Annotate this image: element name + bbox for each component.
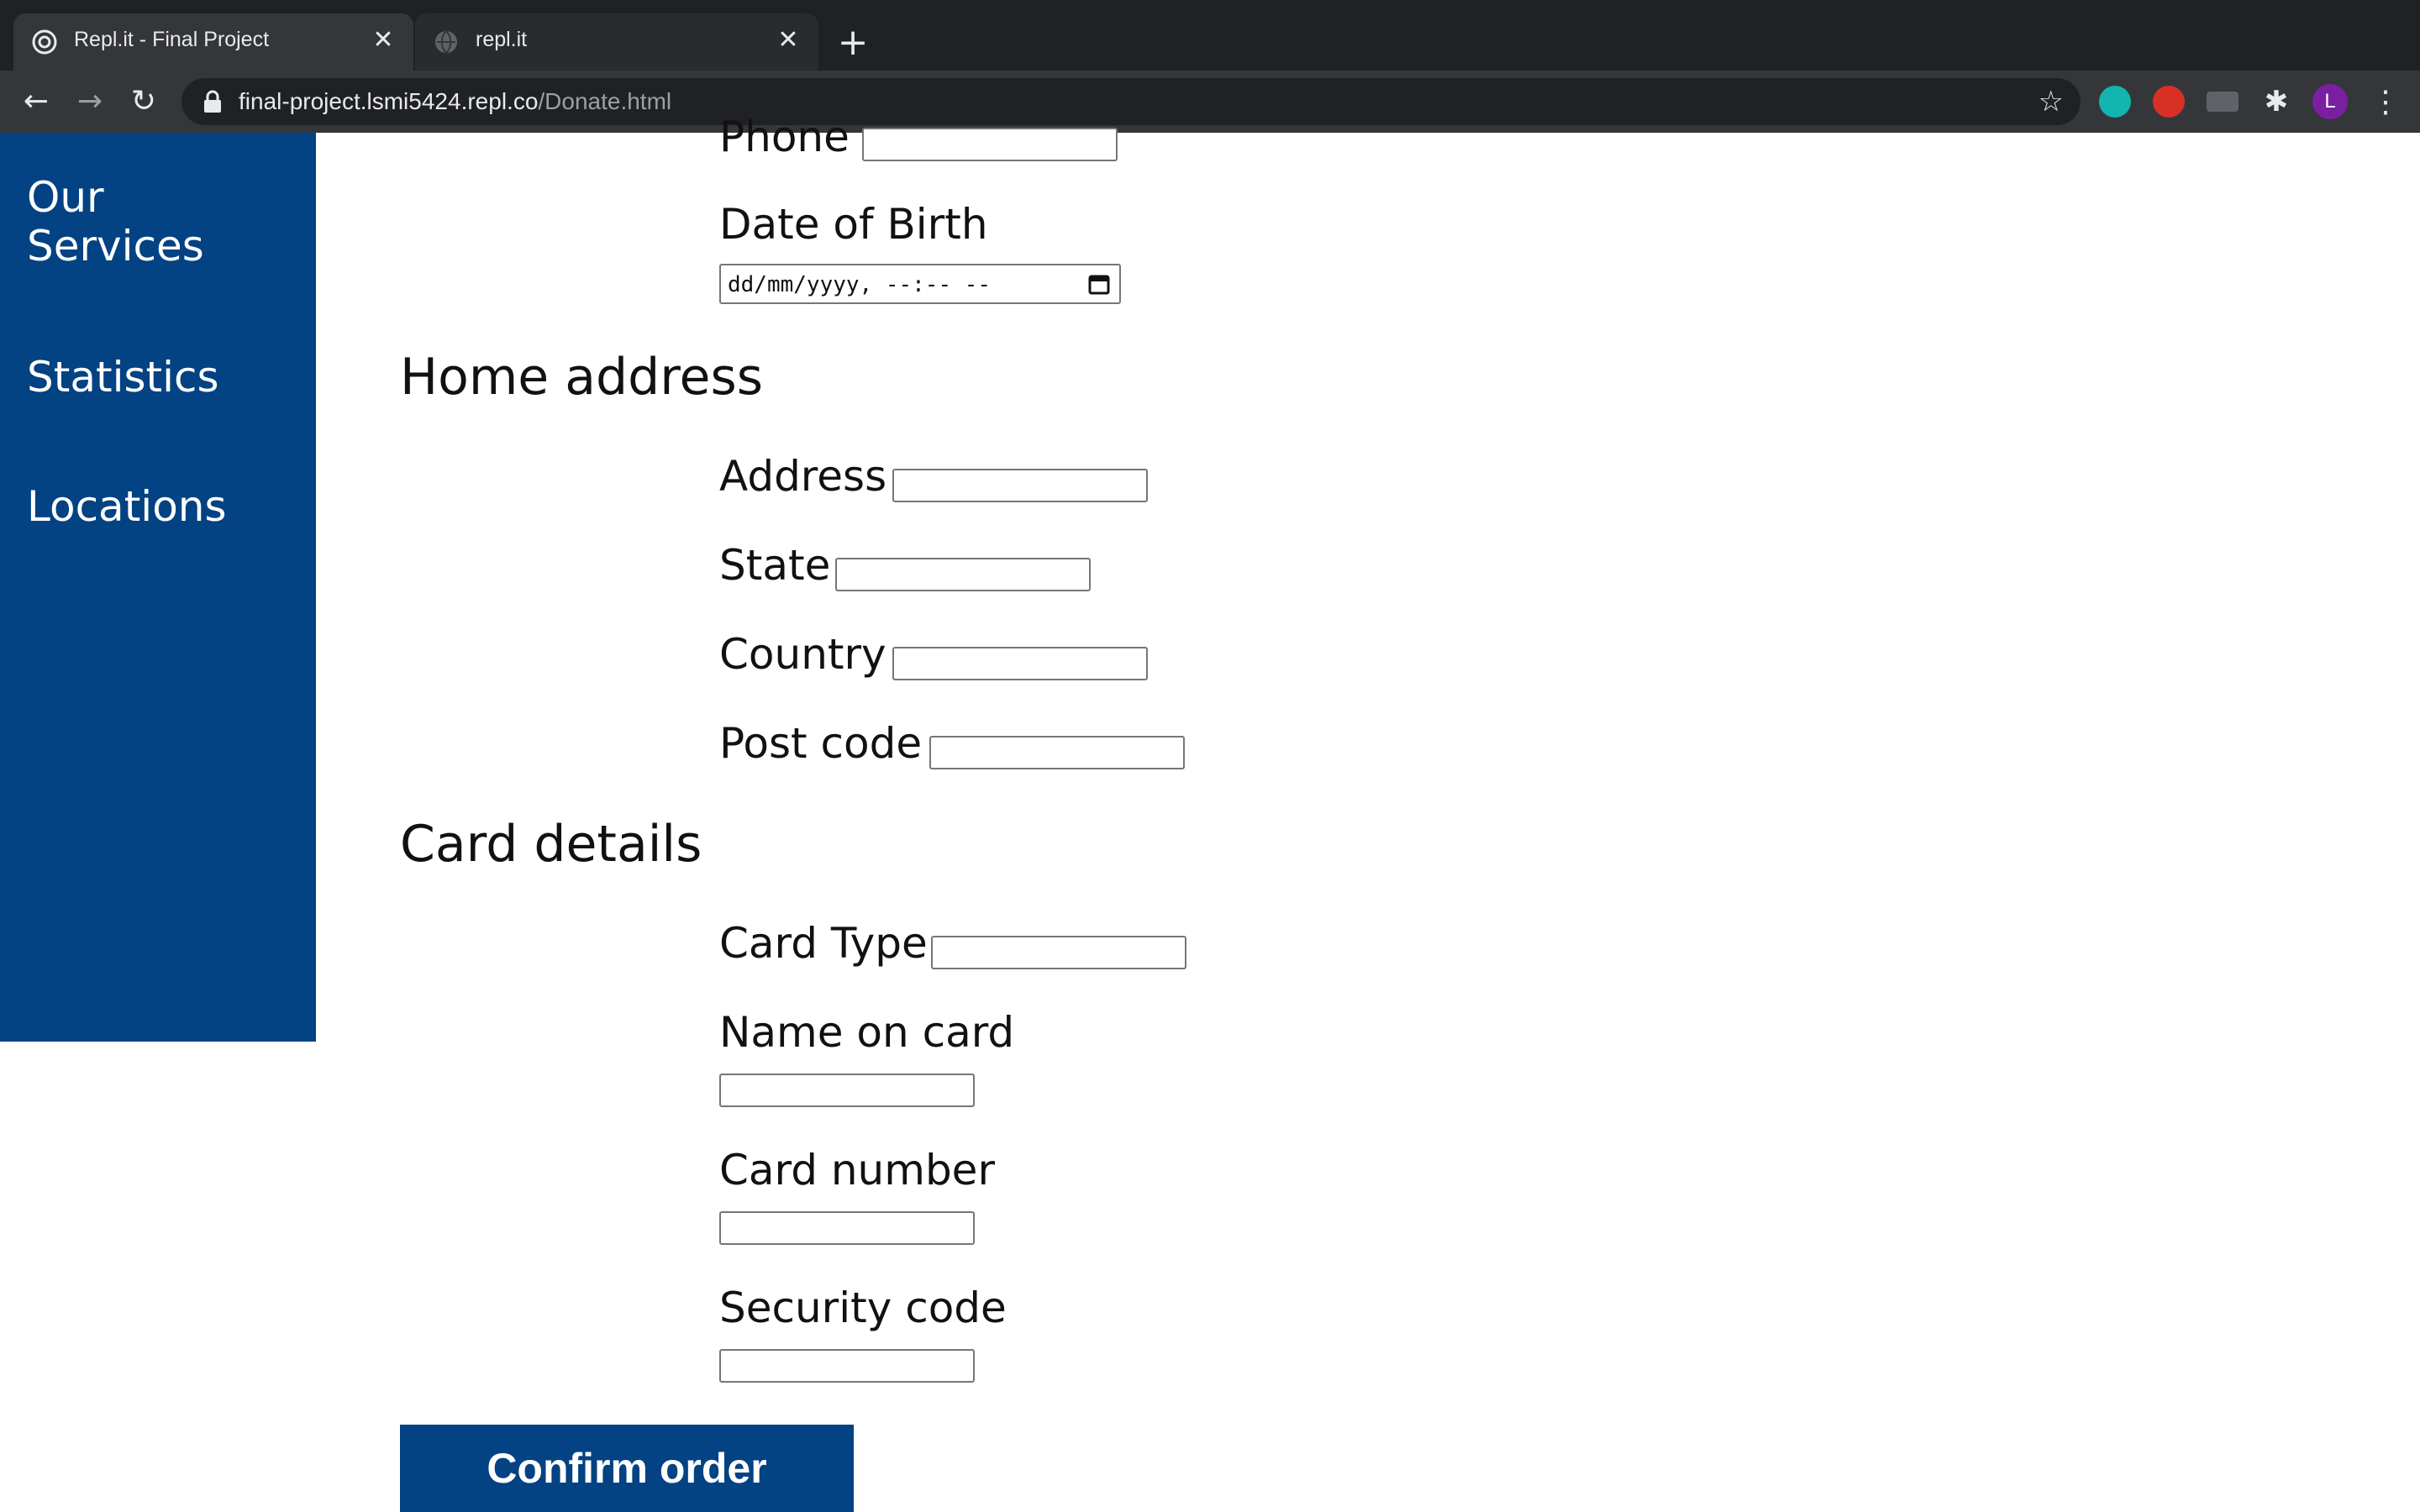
close-tab-icon[interactable]: ✕ [366,24,400,57]
new-tab-icon[interactable]: + [832,22,874,64]
security-code-label: Security code [719,1284,1007,1332]
replit-favicon-icon [32,29,57,55]
reload-icon[interactable]: ↻ [124,82,163,121]
calendar-icon[interactable] [1087,272,1111,296]
confirm-order-button[interactable]: Confirm order [400,1425,854,1512]
extension-hand-icon[interactable] [2153,86,2185,118]
dob-label: Date of Birth [719,200,988,249]
phone-field[interactable] [862,128,1118,161]
tab-replit[interactable]: repl.it ✕ [415,13,818,71]
postcode-field[interactable] [929,736,1185,769]
address-bar[interactable]: final-project.lsmi5424.repl.co/Donate.ht… [182,78,2081,125]
lock-icon [204,90,221,113]
tab-title: repl.it [476,28,528,51]
postcode-label: Post code [719,719,923,768]
forward-arrow-icon[interactable]: → [71,82,109,121]
close-tab-icon[interactable]: ✕ [771,24,805,57]
card-number-label: Card number [719,1146,996,1194]
sidebar-item-statistics[interactable]: Statistics [27,353,219,402]
sidebar-nav: Our Services Statistics Locations [0,133,316,1042]
name-on-card-field[interactable] [719,1074,975,1107]
country-label: Country [719,630,886,679]
address-label: Address [719,452,887,501]
country-field[interactable] [892,647,1148,680]
tab-title: Repl.it - Final Project [74,28,270,51]
tab-strip: Repl.it - Final Project ✕ repl.it ✕ + [0,0,2420,71]
bookmark-star-icon[interactable]: ☆ [2039,85,2064,118]
sidebar-item-our-services[interactable]: Our Services [27,173,204,270]
phone-label: Phone [719,113,850,161]
card-type-label: Card Type [719,919,928,968]
url-host: final-project.lsmi5424.repl.co [239,88,539,114]
card-details-heading: Card details [400,815,702,874]
card-number-field[interactable] [719,1211,975,1245]
back-arrow-icon[interactable]: ← [17,82,55,121]
home-address-heading: Home address [400,348,763,407]
name-on-card-label: Name on card [719,1008,1015,1057]
dob-field[interactable]: dd/mm/yyyy, --:-- -- [719,264,1121,304]
url-text: final-project.lsmi5424.repl.co/Donate.ht… [239,88,671,115]
menu-kebab-icon[interactable]: ⋮ [2370,86,2402,118]
address-field[interactable] [892,469,1148,502]
extension-m-icon[interactable] [2099,86,2131,118]
card-type-field[interactable] [931,936,1186,969]
sidebar-item-locations[interactable]: Locations [27,482,227,531]
state-label: State [719,541,831,590]
extension-reader-icon[interactable] [2207,92,2238,112]
tab-replit-final-project[interactable]: Repl.it - Final Project ✕ [13,13,413,71]
state-field[interactable] [835,558,1091,591]
extensions-puzzle-icon[interactable]: ✱ [2260,86,2292,118]
security-code-field[interactable] [719,1349,975,1383]
globe-icon [435,30,457,54]
url-path: /Donate.html [538,88,672,114]
profile-avatar[interactable]: L [2312,84,2348,119]
dob-placeholder: dd/mm/yyyy, --:-- -- [728,272,992,297]
browser-toolbar: ← → ↻ final-project.lsmi5424.repl.co/Don… [0,71,2420,133]
